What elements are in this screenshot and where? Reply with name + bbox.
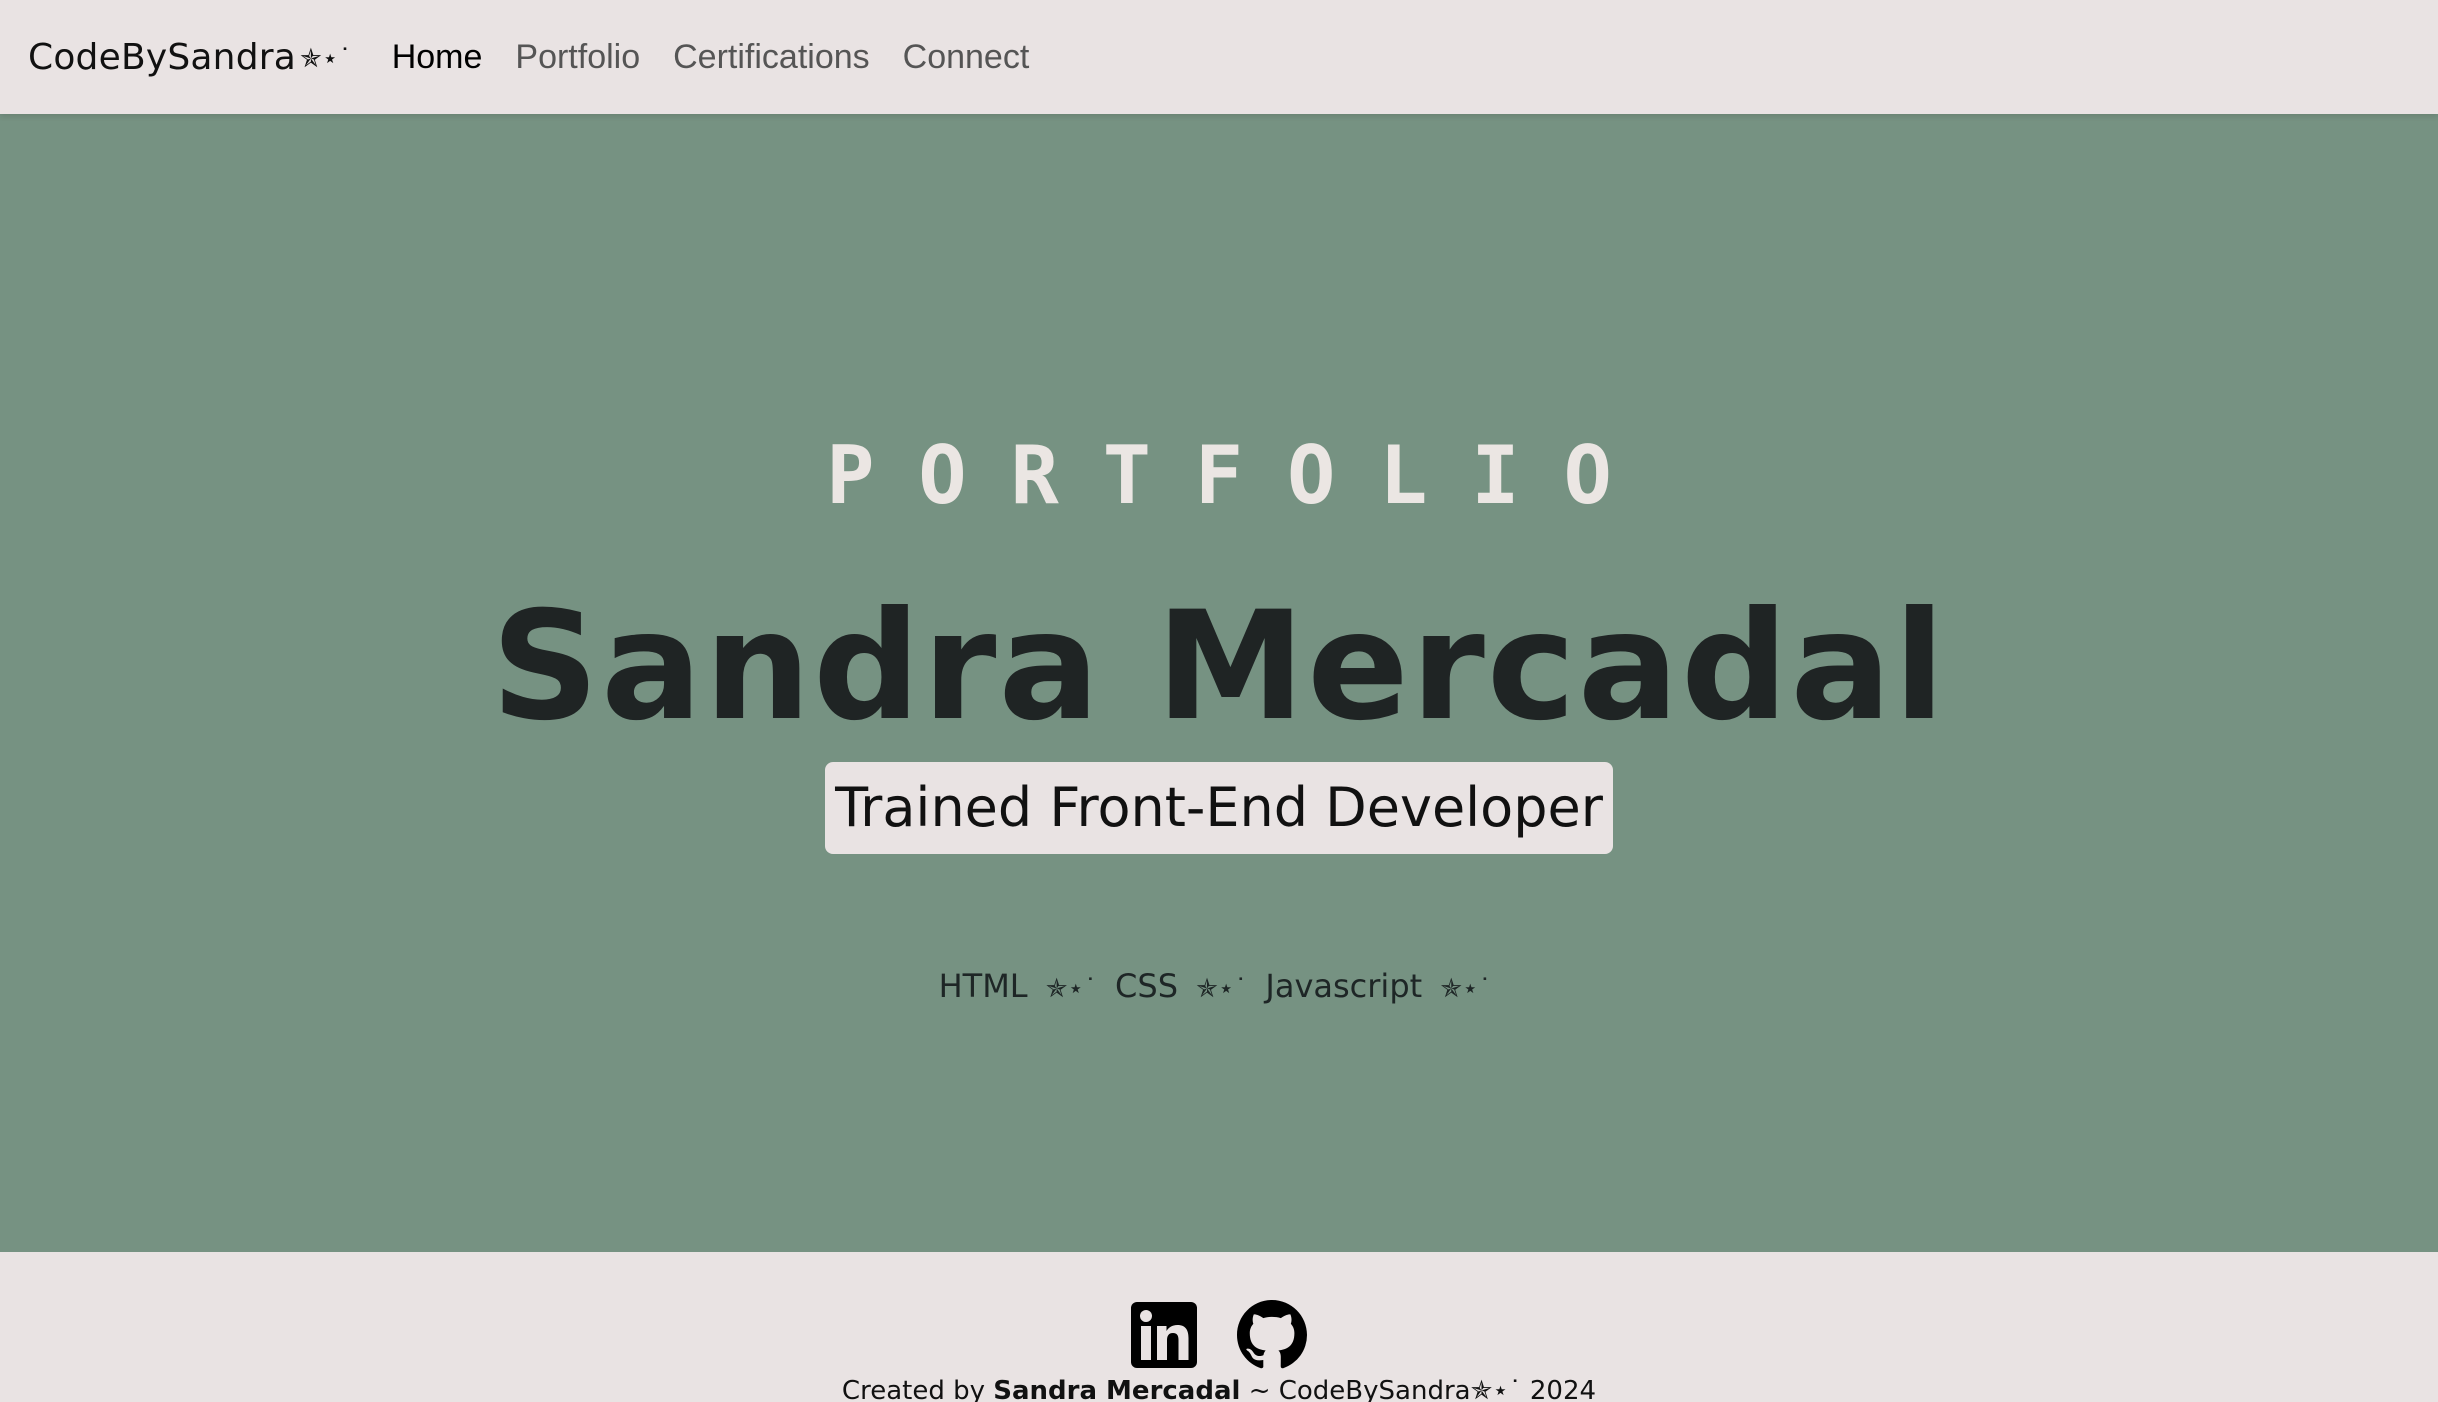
- nav-links: Home Portfolio Certifications Connect: [392, 38, 1030, 77]
- top-navbar: CodeBySandra ✯⋆˙ Home Portfolio Certifica…: [0, 0, 2438, 114]
- github-link[interactable]: [1237, 1300, 1307, 1370]
- brand-name: CodeBySandra: [28, 36, 297, 78]
- nav-link-home[interactable]: Home: [392, 38, 483, 76]
- skill-javascript: Javascript: [1265, 967, 1423, 1005]
- skill-html: HTML: [938, 967, 1028, 1005]
- hero-role-wrapper: Trained Front-End Developer: [0, 762, 2438, 854]
- hero-kicker: PORTFOLIO: [826, 429, 1656, 522]
- linkedin-link[interactable]: [1131, 1300, 1201, 1370]
- social-links: [0, 1300, 2438, 1370]
- brand-logo-link[interactable]: CodeBySandra ✯⋆˙: [28, 37, 352, 78]
- hero-name: Sandra Mercadal: [491, 580, 1947, 754]
- page-footer: Created by Sandra Mercadal ~ CodeBySandr…: [0, 1252, 2438, 1402]
- hero-skills: HTML ✯⋆˙ CSS ✯⋆˙ Javascript ✯⋆˙: [0, 970, 2438, 1002]
- nav-link-connect[interactable]: Connect: [903, 38, 1030, 76]
- skill-separator: ✯⋆˙: [1440, 974, 1492, 1004]
- hero-section: PORTFOLIO Sandra Mercadal Trained Front-…: [0, 114, 2438, 1252]
- credits-suffix: ~ CodeBySandra✯⋆˙ 2024: [1248, 1376, 1597, 1402]
- brand-sparkle: ✯⋆˙: [300, 44, 352, 74]
- nav-link-portfolio[interactable]: Portfolio: [515, 38, 640, 76]
- hero-role-badge: Trained Front-End Developer: [825, 762, 1613, 854]
- footer-credits: Created by Sandra Mercadal ~ CodeBySandr…: [0, 1376, 2438, 1402]
- credits-prefix: Created by: [841, 1376, 985, 1402]
- skill-css: CSS: [1115, 967, 1178, 1005]
- linkedin-icon: [1131, 1302, 1197, 1368]
- skill-separator: ✯⋆˙: [1045, 974, 1097, 1004]
- nav-link-certifications[interactable]: Certifications: [673, 38, 870, 76]
- credits-author: Sandra Mercadal: [993, 1376, 1241, 1402]
- github-icon: [1237, 1300, 1307, 1369]
- skill-separator: ✯⋆˙: [1196, 974, 1248, 1004]
